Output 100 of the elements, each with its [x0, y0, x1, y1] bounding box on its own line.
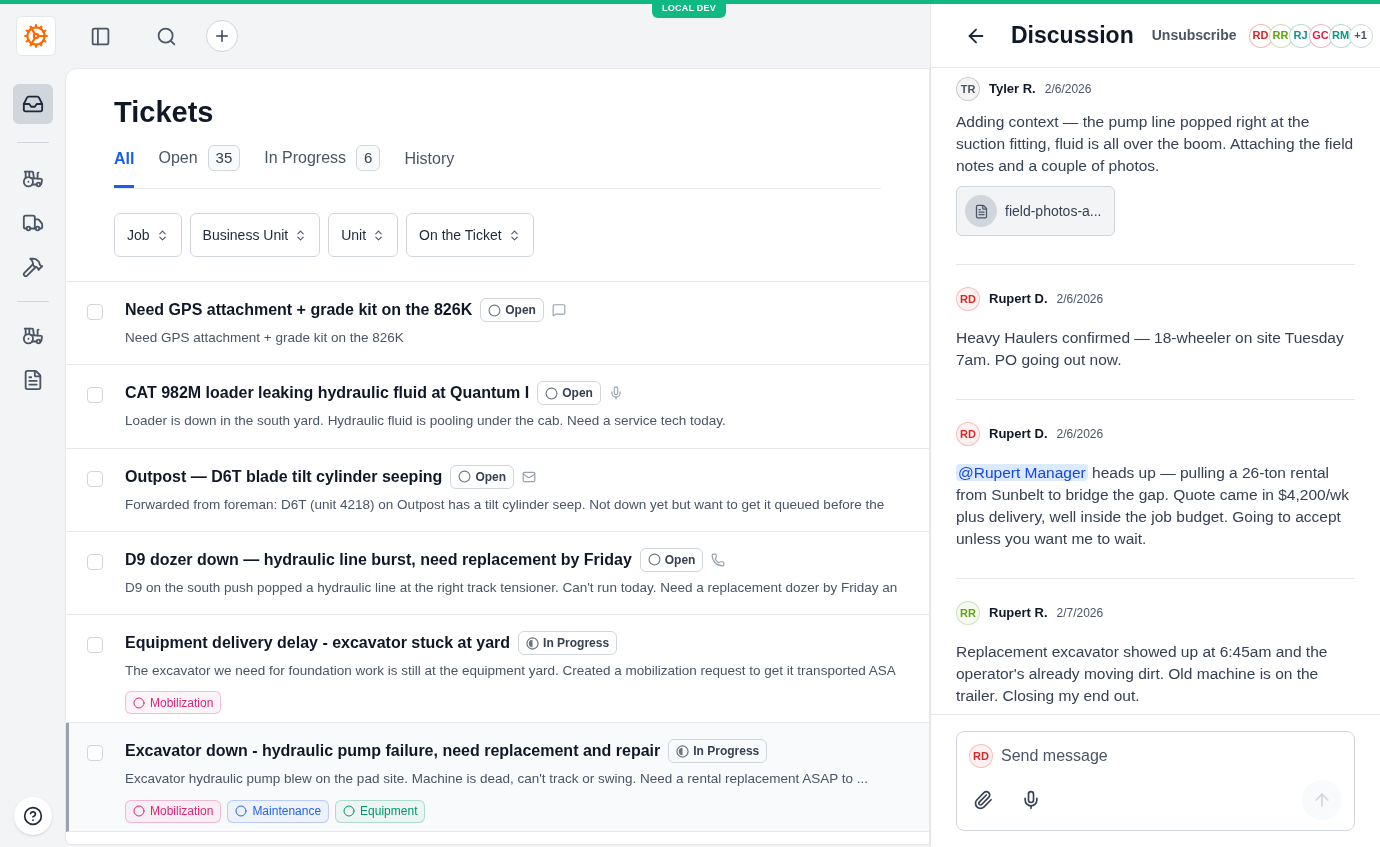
- tag: Mobilization: [125, 799, 222, 823]
- checkbox[interactable]: [87, 304, 103, 320]
- circle-icon: [488, 303, 502, 317]
- participant-avatar: RD: [1248, 23, 1273, 48]
- tag: Equipment: [335, 799, 426, 823]
- message-date: 2/6/2026: [1056, 426, 1104, 443]
- help-icon: [22, 806, 43, 826]
- ticket-row[interactable]: [66, 723, 929, 832]
- count-badge: 6: [356, 145, 381, 171]
- message-text: @Rupert Manager heads up — pulling a 26-ton rental from Sunbelt to bridge the gap. Quote came in $4,200/wk plus delivery, well inside the job budget. Going to accept unless you want me to wait.: [956, 463, 1350, 549]
- avatar: RD: [956, 422, 980, 446]
- participant-avatar: RM: [1328, 23, 1353, 48]
- avatar: RD: [969, 744, 993, 768]
- circle-icon: [545, 386, 559, 400]
- mail-icon: [522, 469, 537, 484]
- participant-avatar: RJ: [1288, 23, 1313, 48]
- tab[interactable]: In Progress 6: [264, 145, 381, 188]
- microphone-icon: [608, 386, 623, 401]
- microphone-button[interactable]: [1021, 790, 1041, 810]
- ticket-title: Outpost — D6T blade tilt cylinder seeping: [125, 466, 443, 487]
- count-badge: 35: [207, 145, 241, 171]
- ticket-row[interactable]: Outpost — D6T blade tilt cylinder seeping Open Forwarded from foreman: D6T (unit 4218) on Outpost has a tilt cylinder seep. Not down yet but want to get it queued before the: [66, 448, 929, 532]
- unsubscribe-button[interactable]: Unsubscribe: [1151, 25, 1237, 46]
- app-logo[interactable]: [16, 16, 56, 56]
- avatar: TR: [956, 77, 980, 101]
- message-text: Replacement excavator showed up at 6:45am and the operator's already moving dirt. Old machine is on the trailer. Closing my end out.: [956, 642, 1329, 706]
- author-name: Rupert R.: [989, 604, 1048, 623]
- document-icon: [973, 203, 989, 219]
- gear-icon: [23, 23, 49, 49]
- message-composer[interactable]: RD Send message: [956, 731, 1355, 831]
- tag: Maintenance: [227, 799, 330, 823]
- avatar: RD: [956, 287, 980, 311]
- ticket-title: Equipment delivery delay - excavator stuck at yard: [125, 633, 511, 653]
- ticket-row[interactable]: D9 dozer down — hydraulic line burst, need replacement by Friday Open D9 on the south push popped a hydraulic line at the right track tensioner. Can't run today. Need a replacement dozer by Friday an: [66, 531, 929, 615]
- ticket-row[interactable]: CAT 982M loader leaking hydraulic fluid at Quantum I Open Loader is down in the south yard. Hydraulic fluid is pooling under the cab. Need a service tech today.: [66, 365, 929, 449]
- filter-dropdown[interactable]: Business Unit: [189, 213, 321, 257]
- hammer-icon: [21, 256, 44, 278]
- author-name: Rupert D.: [989, 290, 1048, 309]
- author-name: Tyler R.: [989, 80, 1036, 99]
- message-text: Heavy Haulers confirmed — 18-wheeler on site Tuesday 7am. PO going out now.: [956, 328, 1345, 370]
- attachment-chip[interactable]: field-photos-a...: [956, 186, 1115, 236]
- phone-icon: [711, 552, 726, 567]
- page-title: Tickets: [114, 95, 215, 129]
- tab[interactable]: All: [114, 147, 135, 188]
- checkbox[interactable]: [87, 387, 103, 404]
- message-text: Adding context — the pump line popped right at the suction fitting, fluid is all over the boom. Attaching the field notes and a couple of photos.: [956, 112, 1355, 176]
- message-input[interactable]: Send message: [1001, 744, 1342, 768]
- paperclip-icon: [973, 790, 993, 810]
- ticket-title: CAT 982M loader leaking hydraulic fluid at Quantum I: [125, 383, 530, 404]
- plus-icon: [213, 27, 231, 45]
- ticket-title: Excavator down - hydraulic pump failure, need replacement and repair: [125, 741, 661, 762]
- participant-avatar: GC: [1308, 23, 1333, 48]
- attach-button[interactable]: [973, 790, 993, 810]
- ticket-row[interactable]: Need GPS attachment + grade kit on the 826K Open Need GPS attachment + grade kit on the 826K: [66, 282, 929, 366]
- checkbox[interactable]: [87, 470, 103, 487]
- ticket-description: Need GPS attachment + grade kit on the 826K: [125, 329, 405, 347]
- checkbox[interactable]: [87, 745, 103, 762]
- status-badge: Open: [480, 298, 544, 322]
- add-button[interactable]: [206, 20, 238, 52]
- circle-icon: [133, 805, 145, 817]
- message-date: 2/7/2026: [1056, 605, 1104, 622]
- ticket-description: Excavator hydraulic pump blew on the pad site. Machine is dead, can't track or swing. Need a rental replacement ASAP to ...: [125, 770, 868, 789]
- tractor-icon: [21, 168, 44, 190]
- status-badge: Open: [537, 381, 601, 406]
- avatar: RR: [956, 601, 980, 625]
- chat-icon: [551, 303, 566, 317]
- mention-link[interactable]: @Rupert Manager: [956, 464, 1088, 481]
- checkbox[interactable]: [87, 637, 103, 653]
- participant-avatar: RR: [1268, 23, 1293, 48]
- half-circle-icon: [526, 636, 540, 650]
- sidebar-icon: [89, 25, 111, 47]
- more-participants: +1: [1348, 23, 1373, 48]
- circle-icon: [647, 553, 661, 567]
- ticket-description: Loader is down in the south yard. Hydraulic fluid is pooling under the cab. Need a service tech today.: [125, 412, 726, 431]
- status-badge: Open: [450, 464, 515, 489]
- ticket-title: Need GPS attachment + grade kit on the 826K: [125, 300, 473, 320]
- circle-icon: [343, 805, 356, 817]
- circle-icon: [235, 805, 248, 817]
- ticket-description: D9 on the south push popped a hydraulic line at the right track tensioner. Can't run today. Need a replacement dozer by Friday an: [125, 578, 898, 597]
- circle-icon: [133, 696, 145, 709]
- checkbox[interactable]: [87, 553, 103, 570]
- filter-dropdown[interactable]: On the Ticket: [406, 213, 534, 257]
- status-badge: In Progress: [668, 739, 768, 764]
- tag: Mobilization: [125, 691, 222, 715]
- filter-dropdown[interactable]: Job: [114, 213, 182, 257]
- half-circle-icon: [676, 744, 690, 758]
- ticket-description: The excavator we need for foundation work is still at the equipment yard. Created a mobilization request to get it transported ASA: [125, 662, 896, 680]
- message-date: 2/6/2026: [1044, 81, 1092, 98]
- message-date: 2/6/2026: [1056, 291, 1104, 308]
- filter-dropdown[interactable]: Unit: [328, 213, 399, 257]
- tab[interactable]: History: [404, 147, 455, 188]
- status-badge: In Progress: [518, 631, 618, 655]
- circle-icon: [458, 470, 472, 483]
- tab[interactable]: Open 35: [158, 145, 241, 188]
- inbox-nav-button[interactable]: [12, 84, 53, 124]
- panel-title: Discussion: [1011, 21, 1134, 51]
- tractor-icon: [21, 325, 44, 347]
- ticket-title: D9 dozer down — hydraulic line burst, need replacement by Friday: [125, 549, 632, 570]
- ticket-description: Forwarded from foreman: D6T (unit 4218) on Outpost has a tilt cylinder seep. Not down yet but want to get it queued before the: [125, 495, 885, 514]
- help-button[interactable]: [13, 797, 52, 835]
